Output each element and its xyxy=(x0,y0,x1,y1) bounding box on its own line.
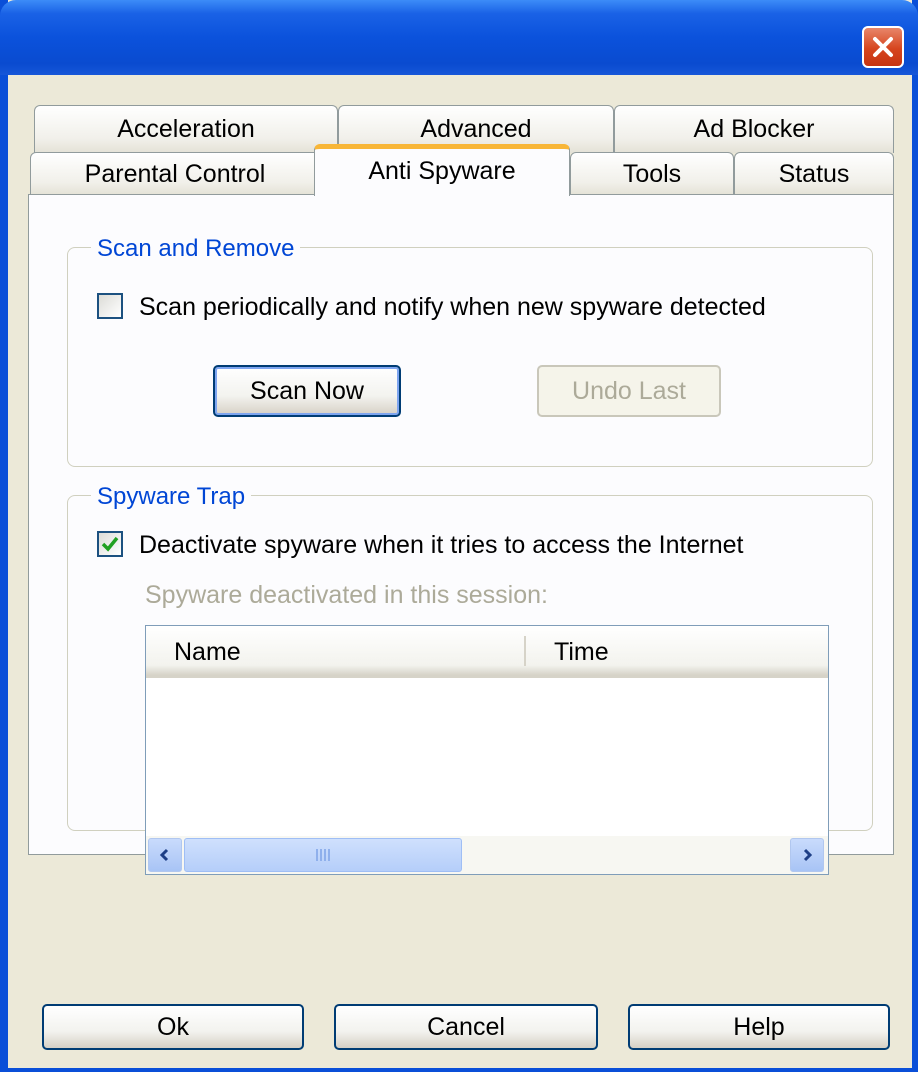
tab-label: Advanced xyxy=(420,115,532,143)
scroll-thumb[interactable] xyxy=(184,838,462,872)
scan-now-button[interactable]: Scan Now xyxy=(213,365,401,417)
checkmark-icon xyxy=(101,536,119,552)
close-icon xyxy=(873,37,893,57)
chevron-right-icon xyxy=(803,848,813,862)
tab-label: Ad Blocker xyxy=(693,115,815,143)
close-button[interactable] xyxy=(862,26,904,68)
horizontal-scrollbar[interactable] xyxy=(146,836,828,874)
tab-anti-spyware[interactable]: Anti Spyware xyxy=(314,144,570,196)
tab-tools[interactable]: Tools xyxy=(570,152,734,195)
scroll-left-button[interactable] xyxy=(148,838,182,872)
tab-status[interactable]: Status xyxy=(734,152,894,195)
tab-panel: Scan and Remove Scan periodically and no… xyxy=(28,194,894,875)
tab-ad-blocker[interactable]: Ad Blocker xyxy=(614,105,894,153)
undo-last-button[interactable]: Undo Last xyxy=(537,365,721,417)
help-button[interactable]: Help xyxy=(628,1004,890,1050)
spyware-trap-title: Spyware Trap xyxy=(91,483,252,511)
column-header-time[interactable]: Time xyxy=(554,638,609,667)
column-header-name[interactable]: Name xyxy=(174,638,241,667)
deactivate-spyware-checkbox[interactable] xyxy=(97,531,123,557)
session-label: Spyware deactivated in this session: xyxy=(145,581,548,609)
column-divider[interactable] xyxy=(524,636,526,666)
list-header: Name Time xyxy=(146,626,828,678)
tab-label: Parental Control xyxy=(84,159,266,188)
scan-and-remove-group xyxy=(67,247,873,467)
deactivate-spyware-label: Deactivate spyware when it tries to acce… xyxy=(139,531,744,559)
tab-acceleration[interactable]: Acceleration xyxy=(34,105,338,153)
chevron-left-icon xyxy=(159,848,169,862)
scan-periodically-checkbox[interactable] xyxy=(97,293,123,319)
spyware-list[interactable]: Name Time xyxy=(145,625,829,875)
tab-parental-control[interactable]: Parental Control xyxy=(30,152,320,195)
tab-label: Status xyxy=(778,159,850,188)
tab-label: Tools xyxy=(622,159,682,188)
title-bar[interactable] xyxy=(0,0,918,75)
scan-periodically-label: Scan periodically and notify when new sp… xyxy=(139,293,766,321)
cancel-button[interactable]: Cancel xyxy=(334,1004,598,1050)
grip-icon xyxy=(316,849,330,861)
scroll-right-button[interactable] xyxy=(790,838,824,872)
ok-button[interactable]: Ok xyxy=(42,1004,304,1050)
scan-and-remove-title: Scan and Remove xyxy=(91,235,301,263)
tab-label: Acceleration xyxy=(117,115,255,143)
tab-label: Anti Spyware xyxy=(368,157,516,185)
